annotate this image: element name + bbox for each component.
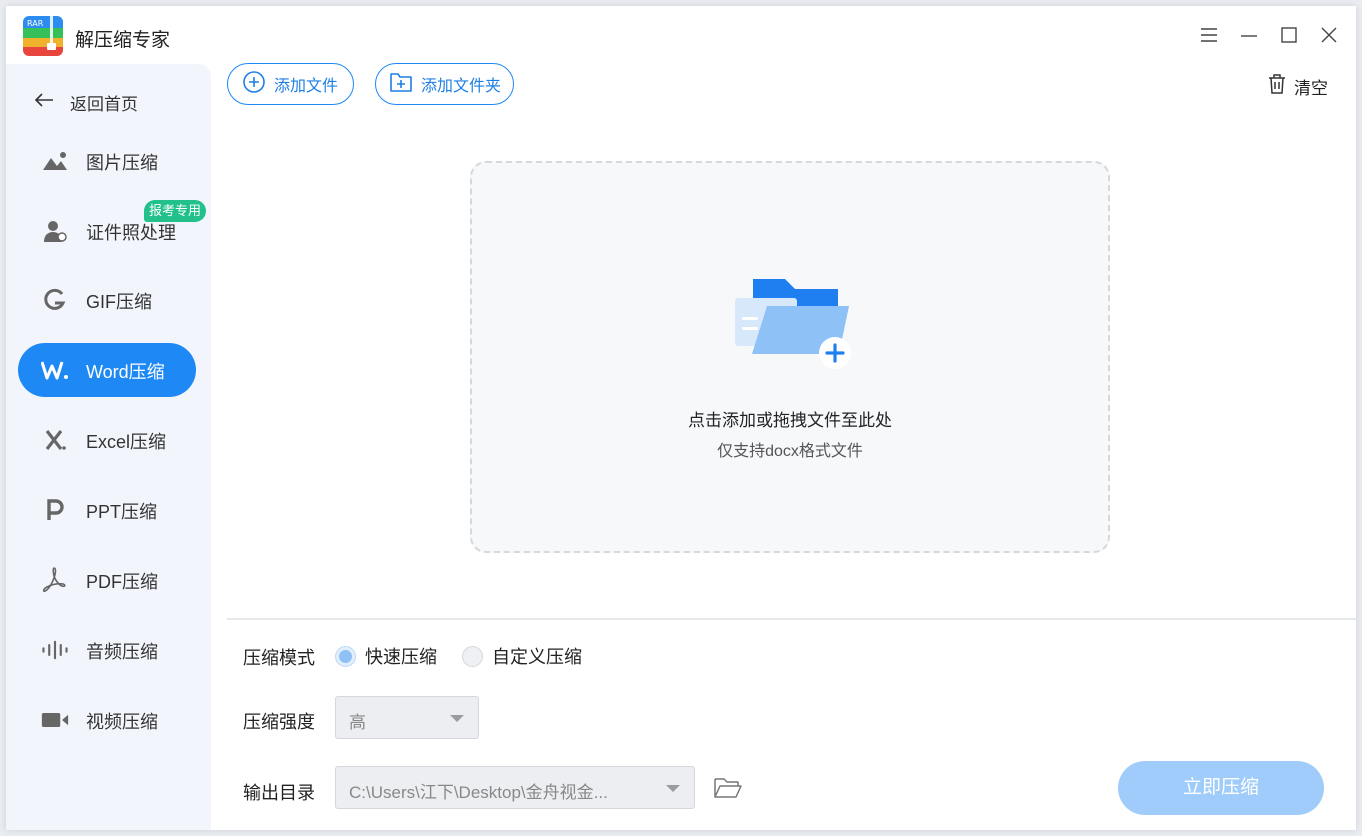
plus-circle-icon	[242, 70, 266, 99]
divider	[227, 618, 1356, 620]
sidebar-item-label: GIF压缩	[86, 292, 152, 312]
add-folder-label: 添加文件夹	[421, 78, 502, 95]
compress-strength-label: 压缩强度	[243, 712, 315, 732]
chevron-down-icon	[666, 785, 680, 792]
folder-add-icon	[734, 276, 859, 376]
custom-compress-label: 自定义压缩	[492, 647, 582, 667]
add-file-label: 添加文件	[274, 78, 339, 95]
word-icon	[41, 357, 69, 383]
sidebar-item-label: PDF压缩	[86, 572, 158, 592]
compress-mode-label: 压缩模式	[243, 648, 315, 668]
compress-strength-value: 高	[349, 713, 366, 732]
app-window: RAR 解压缩专家 返回首页 图片压缩 证件照处理 GIF压缩 Word压缩 E…	[6, 6, 1356, 830]
sidebar-item-word[interactable]: Word压缩	[18, 343, 196, 397]
sidebar-item-label: PPT压缩	[86, 502, 158, 522]
sidebar-item-ppt[interactable]: PPT压缩	[18, 483, 196, 537]
output-dir-label: 输出目录	[243, 783, 315, 803]
drop-zone-subtitle: 仅支持docx格式文件	[717, 443, 863, 460]
back-home-button[interactable]: 返回首页	[34, 88, 138, 116]
minimize-icon[interactable]	[1238, 24, 1260, 46]
audio-icon	[41, 637, 69, 663]
custom-compress-radio[interactable]: 自定义压缩	[462, 643, 582, 669]
sidebar: 返回首页 图片压缩 证件照处理 GIF压缩 Word压缩 Excel压缩 PPT…	[6, 64, 211, 830]
sidebar-item-video[interactable]: 视频压缩	[18, 693, 196, 747]
sidebar-item-label: 图片压缩	[86, 153, 158, 173]
logo-text: RAR	[27, 19, 44, 28]
drop-zone-title: 点击添加或拖拽文件至此处	[688, 411, 892, 430]
radio-checked-icon	[335, 645, 356, 667]
compress-strength-select[interactable]: 高	[335, 696, 479, 739]
sidebar-item-label: 音频压缩	[86, 642, 158, 662]
folder-plus-icon	[389, 71, 413, 98]
exam-badge: 报考专用	[144, 200, 207, 222]
clear-button[interactable]: 清空	[1268, 74, 1328, 99]
ppt-icon	[41, 497, 69, 523]
fast-compress-label: 快速压缩	[365, 647, 437, 667]
gif-icon	[41, 287, 69, 313]
sidebar-item-label: 视频压缩	[86, 712, 158, 732]
sidebar-item-label: Excel压缩	[86, 432, 167, 452]
add-folder-button[interactable]: 添加文件夹	[375, 63, 514, 105]
title-bar: RAR 解压缩专家	[6, 6, 1356, 64]
sidebar-item-label: 证件照处理	[86, 223, 176, 243]
output-dir-value: C:\Users\江下\Desktop\金舟视金...	[349, 783, 608, 802]
arrow-left-icon	[34, 92, 54, 113]
compress-now-button[interactable]: 立即压缩	[1118, 761, 1324, 815]
pdf-icon	[41, 567, 69, 593]
app-logo-icon: RAR	[23, 16, 63, 56]
maximize-icon[interactable]	[1278, 24, 1300, 46]
close-icon[interactable]	[1318, 24, 1340, 46]
clear-label: 清空	[1294, 79, 1328, 98]
sidebar-item-label: Word压缩	[86, 362, 165, 382]
sidebar-item-audio[interactable]: 音频压缩	[18, 623, 196, 677]
excel-icon	[41, 427, 69, 453]
add-file-button[interactable]: 添加文件	[227, 63, 354, 105]
menu-icon[interactable]	[1198, 24, 1220, 46]
sidebar-item-excel[interactable]: Excel压缩	[18, 413, 196, 467]
fast-compress-radio[interactable]: 快速压缩	[335, 643, 437, 669]
file-drop-zone[interactable]: 点击添加或拖拽文件至此处 仅支持docx格式文件	[470, 161, 1110, 553]
sidebar-item-gif[interactable]: GIF压缩	[18, 273, 196, 327]
app-title: 解压缩专家	[75, 30, 171, 51]
image-icon	[41, 148, 69, 174]
sidebar-item-pdf[interactable]: PDF压缩	[18, 553, 196, 607]
trash-icon	[1268, 74, 1286, 99]
back-home-label: 返回首页	[70, 94, 138, 114]
sidebar-item-image[interactable]: 图片压缩	[18, 134, 196, 188]
id-photo-icon	[41, 218, 69, 244]
video-icon	[41, 707, 69, 733]
output-dir-select[interactable]: C:\Users\江下\Desktop\金舟视金...	[335, 766, 695, 809]
chevron-down-icon	[450, 715, 464, 722]
radio-unchecked-icon	[462, 645, 483, 667]
folder-open-icon[interactable]	[713, 775, 743, 801]
